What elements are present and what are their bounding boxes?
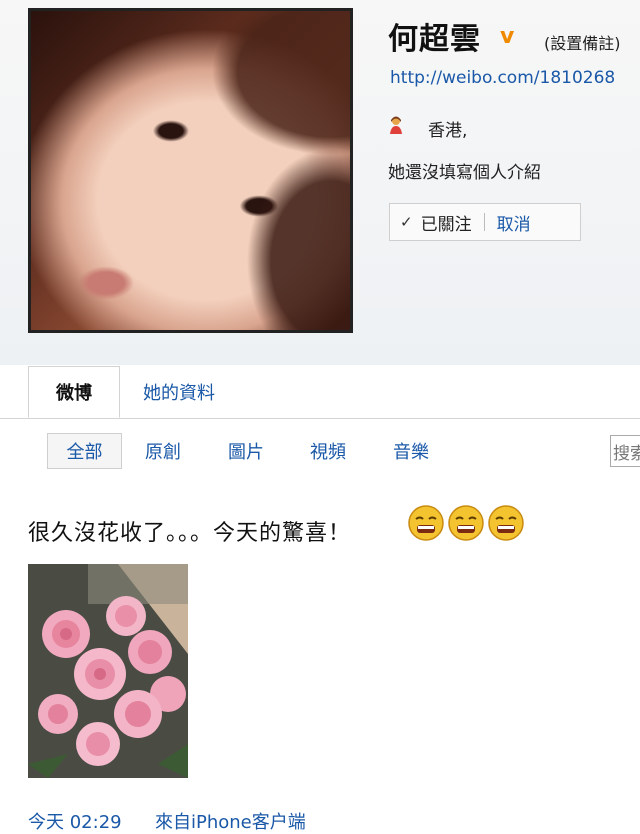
crying-face-icon [408, 505, 444, 541]
filter-videos[interactable]: 視頻 [310, 433, 346, 469]
profile-url-link[interactable]: http://weibo.com/1810268 [390, 68, 615, 88]
feed-filter-bar: 全部 原創 圖片 視頻 音樂 搜索 [0, 430, 640, 474]
person-location-icon [390, 116, 402, 134]
location-text: 香港, [428, 121, 468, 141]
post-source-link[interactable]: 來自iPhone客户端 [155, 808, 306, 834]
pink-roses-image [28, 564, 188, 778]
followed-label: 已關注 [420, 214, 472, 235]
post-photo[interactable] [28, 564, 188, 778]
filter-pictures[interactable]: 圖片 [228, 433, 264, 469]
profile-name: 何超雲 [388, 22, 481, 57]
emoticon-group [406, 503, 526, 543]
tab-her-profile[interactable]: 她的資料 [143, 366, 215, 418]
unfollow-button[interactable]: 取消 [497, 210, 531, 235]
avatar-hair-shading [31, 11, 350, 330]
set-remark-link[interactable]: (設置備註) [544, 30, 621, 54]
search-input[interactable]: 搜索 [610, 435, 640, 467]
filter-all[interactable]: 全部 [47, 433, 122, 469]
post-time-link[interactable]: 今天 02:29 [28, 808, 122, 834]
filter-original[interactable]: 原創 [145, 433, 181, 469]
tab-weibo[interactable]: 微博 [28, 366, 120, 418]
divider [483, 213, 485, 231]
follow-status-box: ✓ 已關注 取消 [389, 203, 581, 241]
post-text: 很久沒花收了。。。今天的驚喜！ [28, 521, 352, 546]
intro-text: 她還沒填寫個人介紹 [388, 163, 541, 183]
crying-face-icon [448, 505, 484, 541]
profile-tabs: 微博 她的資料 [0, 366, 640, 419]
crying-face-icon [488, 505, 524, 541]
filter-music[interactable]: 音樂 [393, 433, 429, 469]
avatar[interactable] [28, 8, 353, 333]
verified-badge-icon: v [500, 24, 515, 49]
check-icon: ✓ [400, 213, 413, 231]
